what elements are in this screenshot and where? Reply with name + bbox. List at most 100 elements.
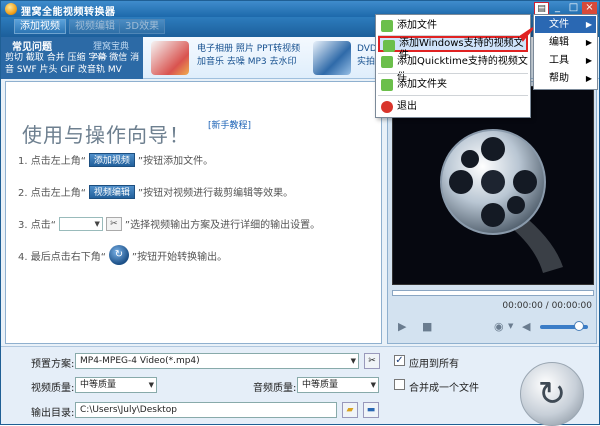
faq-links[interactable]: 剪切 截取 合并 压缩 字幕 微信 消音 SWF 片头 GIF 改音轨 MV — [5, 52, 143, 76]
3d-effects-button[interactable]: 3D效果 — [119, 19, 166, 34]
ppt-video-ad-icon[interactable] — [151, 41, 189, 75]
folder-icon[interactable]: ▰ — [342, 402, 358, 418]
preset-dropdown[interactable]: MP4-MPEG-4 Video(*.mp4) ▼ — [75, 353, 359, 369]
file-submenu: 添加文件 添加Windows支持的视频文件 添加Quicktime支持的视频文件… — [375, 14, 531, 118]
file-menu-label: 文件 — [549, 19, 569, 30]
volume-knob[interactable] — [574, 321, 584, 331]
menu-divider — [378, 73, 528, 74]
preview-panel: 00:00:00 / 00:00:00 ▶ ■ ◉ ▼ ◀ — [387, 81, 597, 344]
step3-text-before: 3. 点击“ — [18, 220, 56, 231]
edit-menu-label: 编辑 — [549, 37, 569, 48]
player-controls: ▶ ■ ◉ ▼ ◀ — [392, 318, 594, 336]
step2-text-before: 2. 点击左上角“ — [18, 188, 86, 199]
chevron-down-icon: ▼ — [148, 381, 154, 389]
seek-bar[interactable] — [392, 290, 594, 296]
preset-value: MP4-MPEG-4 Video(*.mp4) — [80, 356, 200, 366]
add-folder-label: 添加文件夹 — [397, 79, 447, 90]
play-icon[interactable]: ▶ — [398, 320, 406, 333]
apply-all-checkbox[interactable]: ✓ — [394, 355, 405, 366]
guide-step-3: 3. 点击“ ▼ ✂ ”选择视频输出方案及进行详细的输出设置。 — [18, 216, 320, 231]
tutorial-link[interactable]: [新手教程] — [208, 118, 251, 131]
output-dir-input[interactable]: C:\Users\July\Desktop — [75, 402, 337, 418]
video-quality-value: 中等质量 — [80, 380, 117, 390]
help-menu-label: 帮助 — [549, 73, 569, 84]
album-ad-line1: 电子相册 照片 PPT转视频 — [197, 44, 301, 54]
menu-divider — [378, 95, 528, 96]
video-quality-dropdown[interactable]: 中等质量 ▼ — [75, 377, 157, 393]
exit-icon — [381, 101, 393, 113]
step2-edit-video-chip: 视频编辑 — [88, 184, 135, 199]
guide-title: 使用与操作向导！ — [22, 123, 190, 147]
add-file-label: 添加文件 — [397, 20, 437, 31]
menu-item-help[interactable]: 帮助 ▶ — [535, 70, 596, 87]
chevron-down-icon: ▼ — [370, 381, 376, 389]
faq-panel: 常见问题 狸窝宝典>> 剪切 截取 合并 压缩 字幕 微信 消音 SWF 片头 … — [1, 37, 143, 79]
menu-item-exit[interactable]: 退出 — [378, 99, 528, 115]
chevron-down-icon: ▼ — [350, 357, 356, 365]
step1-text-after: ”按钮添加文件。 — [137, 156, 214, 167]
snapshot-dropdown-icon[interactable]: ▼ — [508, 322, 513, 330]
snapshot-icon[interactable]: ◉ — [494, 320, 504, 333]
guide-step-1: 1. 点击左上角“ 添加视频 ”按钮添加文件。 — [18, 152, 213, 167]
step4-text-before: 4. 最后点击右下角“ — [18, 251, 106, 263]
menu-item-file[interactable]: 文件 ▶ — [535, 16, 596, 33]
menu-item-tools[interactable]: 工具 ▶ — [535, 52, 596, 69]
app-window: 狸窝全能视频转换器 ▤ _ □ × 添加视频 视频编辑 3D效果 常见问题 狸窝… — [0, 0, 600, 426]
guide-step-4: 4. 最后点击右下角“ ↻ ”按钮开始转换输出。 — [18, 245, 227, 265]
edit-video-button[interactable]: 视频编辑 — [69, 19, 121, 34]
chevron-right-icon: ▶ — [585, 74, 592, 83]
step1-text-before: 1. 点击左上角“ — [18, 156, 86, 167]
add-quicktime-video-icon — [381, 56, 393, 68]
add-folder-icon — [381, 79, 393, 91]
menu-item-add-file[interactable]: 添加文件 — [378, 18, 528, 34]
convert-button[interactable]: ↻ — [520, 362, 584, 426]
app-logo-icon — [5, 3, 17, 15]
red-arrow-icon — [520, 27, 534, 42]
open-folder-icon[interactable]: ▬ — [363, 402, 379, 418]
menu-item-edit[interactable]: 编辑 ▶ — [535, 34, 596, 51]
album-ad-text[interactable]: 电子相册 照片 PPT转视频 加音乐 去噪 MP3 去水印 — [197, 43, 300, 69]
step3-text-after: ”选择视频输出方案及进行详细的输出设置。 — [124, 220, 321, 231]
step1-add-video-chip: 添加视频 — [88, 152, 135, 167]
chevron-right-icon: ▶ — [585, 56, 592, 65]
audio-quality-value: 中等质量 — [302, 380, 339, 390]
preset-label: 预置方案: — [31, 359, 75, 370]
add-windows-video-icon — [383, 40, 395, 52]
stop-icon[interactable]: ■ — [422, 320, 432, 333]
app-title: 狸窝全能视频转换器 — [21, 7, 116, 18]
menu-item-add-quicktime-video[interactable]: 添加Quicktime支持的视频文件 — [378, 54, 528, 83]
chevron-right-icon: ▶ — [585, 20, 592, 29]
tools-menu-label: 工具 — [549, 55, 569, 66]
output-dir-value: C:\Users\July\Desktop — [80, 405, 177, 415]
chevron-right-icon: ▶ — [585, 38, 592, 47]
merge-checkbox[interactable] — [394, 379, 405, 390]
menu-item-add-windows-video[interactable]: 添加Windows支持的视频文件 — [378, 36, 528, 61]
faq-title[interactable]: 常见问题 — [12, 38, 52, 53]
add-video-button[interactable]: 添加视频 — [14, 19, 66, 34]
step3-wrench-icon: ✂ — [105, 216, 122, 231]
step2-text-after: ”按钮对视频进行裁剪编辑等效果。 — [137, 188, 294, 199]
time-display: 00:00:00 / 00:00:00 — [502, 301, 592, 311]
menu-item-add-folder[interactable]: 添加文件夹 — [378, 77, 528, 93]
dvd-ad-line2: 实拍 — [357, 57, 376, 67]
output-dir-label: 输出目录: — [31, 408, 75, 419]
step4-text-after: ”按钮开始转换输出。 — [131, 251, 228, 263]
volume-icon[interactable]: ◀ — [522, 320, 530, 333]
guide-step-2: 2. 点击左上角“ 视频编辑 ”按钮对视频进行裁剪编辑等效果。 — [18, 184, 293, 199]
dvd-ad-line1: DVD — [357, 44, 377, 54]
main-menu: 文件 ▶ 编辑 ▶ 工具 ▶ 帮助 ▶ — [533, 14, 598, 90]
dvd-ad-text[interactable]: DVD 实拍 — [357, 43, 377, 69]
exit-label: 退出 — [397, 101, 417, 112]
file-list-area[interactable]: 使用与操作向导！ [新手教程] 1. 点击左上角“ 添加视频 ”按钮添加文件。 … — [5, 81, 382, 344]
audio-quality-dropdown[interactable]: 中等质量 ▼ — [297, 377, 379, 393]
apply-all-label: 应用到所有 — [409, 359, 459, 370]
dvd-ad-icon[interactable] — [313, 41, 351, 75]
album-ad-line2: 加音乐 去噪 MP3 去水印 — [197, 57, 297, 67]
preset-settings-wrench-icon[interactable]: ✂ — [364, 353, 380, 369]
audio-quality-label: 音频质量: — [253, 383, 297, 394]
merge-label: 合并成一个文件 — [409, 383, 479, 394]
volume-slider[interactable] — [540, 321, 588, 331]
step3-preset-dropdown-icon: ▼ — [58, 216, 103, 231]
add-file-icon — [381, 20, 393, 32]
step4-convert-icon: ↻ — [108, 245, 129, 265]
